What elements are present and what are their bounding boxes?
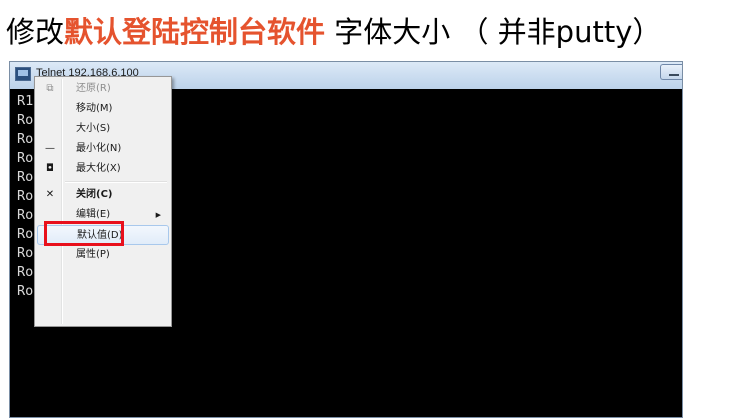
page-headline: 修改默认登陆控制台软件 字体大小 （ 并非putty）: [6, 12, 661, 52]
menu-item-label: 移动(M): [76, 103, 113, 114]
menu-item-label: 大小(S): [76, 123, 111, 134]
menu-item-move[interactable]: 移动(M): [37, 99, 169, 119]
menu-item-maximize[interactable]: ◘ 最大化(X): [37, 159, 169, 179]
menu-separator: [65, 181, 167, 183]
minimize-icon: —: [45, 143, 55, 154]
menu-item-size[interactable]: 大小(S): [37, 119, 169, 139]
console-app-icon[interactable]: [15, 67, 31, 81]
menu-item-label: 关闭(C): [76, 189, 113, 200]
maximize-icon: ◘: [46, 163, 54, 174]
headline-prefix: 修改: [6, 15, 65, 49]
menu-item-minimize[interactable]: — 最小化(N): [37, 139, 169, 159]
close-icon: ✕: [45, 189, 55, 200]
submenu-arrow-icon: ▶: [155, 211, 161, 219]
menu-item-close[interactable]: ✕ 关闭(C): [37, 185, 169, 205]
menu-item-restore[interactable]: ⧉ 还原(R): [37, 79, 169, 99]
headline-suffix: 字体大小 （ 并非putty）: [325, 15, 662, 49]
annotation-highlight-box: [44, 221, 124, 246]
menu-item-label: 最小化(N): [76, 143, 122, 154]
menu-item-label: 属性(P): [76, 249, 110, 260]
system-context-menu: ⧉ 还原(R) 移动(M) 大小(S) — 最小化(N) ◘ 最大化(X) ✕ …: [34, 76, 172, 327]
menu-item-label: 还原(R): [76, 83, 111, 94]
menu-item-properties[interactable]: 属性(P): [37, 245, 169, 265]
headline-highlight: 默认登陆控制台软件: [64, 15, 326, 49]
minimize-button[interactable]: [660, 64, 682, 80]
restore-icon: ⧉: [46, 83, 54, 94]
menu-item-label: 最大化(X): [76, 163, 121, 174]
